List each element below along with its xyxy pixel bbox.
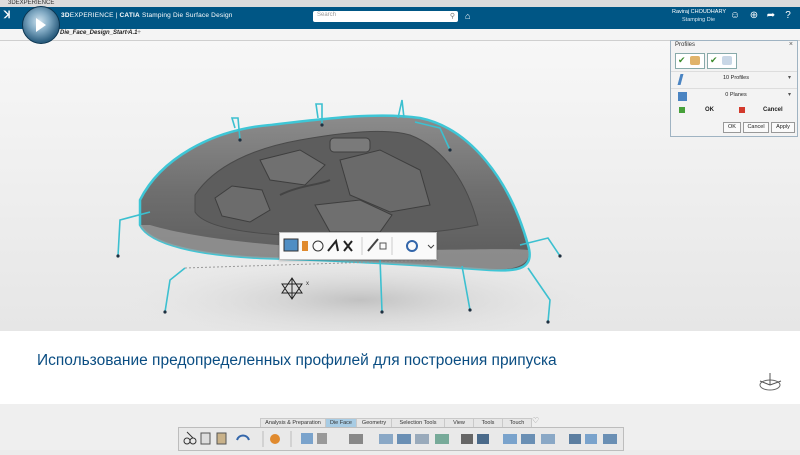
tool-icon-11 bbox=[521, 434, 535, 444]
panel-title: Profiles bbox=[675, 42, 696, 48]
line-icon bbox=[367, 238, 379, 252]
favorite-icon[interactable]: ♡ bbox=[532, 416, 539, 425]
user-avatar-icon[interactable]: ☺ bbox=[729, 10, 741, 22]
tool-icon-10 bbox=[503, 434, 517, 444]
profile-tool-icon bbox=[301, 433, 313, 444]
brand-catia: CATIA bbox=[119, 12, 140, 19]
cut-icon bbox=[183, 431, 197, 445]
action-bar-icons[interactable] bbox=[179, 428, 623, 450]
check-icon: ✔ bbox=[678, 55, 686, 65]
profile-mode-2-button[interactable]: ✔ bbox=[707, 53, 737, 69]
user-role[interactable]: Stamping Die bbox=[682, 17, 715, 23]
tag-icon[interactable]: ⌂ bbox=[465, 11, 470, 21]
profile-mode-1-button[interactable]: ✔ bbox=[675, 53, 705, 69]
tool-icon-5 bbox=[397, 434, 411, 444]
profiles-row[interactable]: 10 Profiles ▾ bbox=[671, 71, 797, 88]
tab-add-icon[interactable]: + bbox=[137, 29, 141, 36]
caption-text: Использование предопределенных профилей … bbox=[37, 352, 557, 369]
os-title-bar: 3DEXPERIENCE bbox=[0, 0, 800, 7]
profile-type-icon bbox=[283, 238, 299, 252]
tool-icon-13 bbox=[569, 434, 581, 444]
os-title: 3DEXPERIENCE bbox=[8, 0, 55, 6]
profiles-panel: Profiles × ✔ ✔ 10 Profiles ▾ 0 Planes ▾ … bbox=[670, 40, 798, 137]
extend-icon bbox=[327, 238, 339, 252]
tool-icon-3 bbox=[349, 434, 363, 444]
plane-profile-icon bbox=[722, 56, 732, 65]
action-bar bbox=[178, 427, 624, 451]
add-icon[interactable]: ⊕ bbox=[748, 10, 760, 22]
help-icon[interactable]: ? bbox=[782, 10, 794, 22]
app-name: Stamping Die Surface Design bbox=[141, 12, 233, 19]
target-icon bbox=[406, 240, 418, 252]
chevron-down-icon[interactable]: ▾ bbox=[788, 91, 791, 98]
ds-logo-icon: ꓘ bbox=[4, 10, 11, 21]
user-name[interactable]: Raviraj CHOUDHARY bbox=[672, 9, 726, 15]
panel-close-icon[interactable]: × bbox=[789, 41, 793, 48]
brand-prefix: 3D bbox=[61, 12, 70, 19]
tool-icon-12 bbox=[541, 434, 555, 444]
search-icon[interactable]: ⚲ bbox=[450, 12, 455, 20]
tool-icon-9 bbox=[477, 434, 489, 444]
profile-icon bbox=[690, 56, 700, 65]
search-input[interactable]: Search ⚲ bbox=[313, 11, 458, 22]
profiles-count: 10 Profiles bbox=[723, 75, 749, 81]
part-boss bbox=[329, 137, 371, 153]
cancel-button[interactable]: Cancel bbox=[743, 122, 769, 133]
tool-icon-7 bbox=[435, 434, 449, 444]
undo-icon bbox=[236, 434, 250, 441]
planes-row[interactable]: 0 Planes ▾ bbox=[671, 88, 797, 105]
compass-icon[interactable] bbox=[22, 6, 60, 44]
context-toolbar bbox=[279, 232, 437, 260]
tool-icon-14 bbox=[585, 434, 597, 444]
plane-icon bbox=[678, 92, 687, 101]
axis-x-label: x bbox=[306, 281, 309, 287]
copy-icon bbox=[200, 432, 211, 445]
tool-icon-2 bbox=[317, 433, 327, 444]
cross-icon bbox=[343, 240, 353, 252]
handle-icon bbox=[302, 241, 308, 251]
brand-experience: EXPERIENCE bbox=[69, 12, 114, 19]
cancel-label[interactable]: Cancel bbox=[763, 107, 783, 113]
check-icon: ✔ bbox=[710, 55, 718, 65]
apply-button[interactable]: Apply bbox=[771, 122, 795, 133]
planes-count: 0 Planes bbox=[725, 92, 747, 98]
tool-icon-6 bbox=[415, 434, 429, 444]
tool-icon-4 bbox=[379, 434, 393, 444]
checkbox-icon bbox=[379, 242, 387, 250]
share-icon[interactable]: ➦ bbox=[765, 10, 777, 22]
tab-close-icon[interactable]: × bbox=[126, 30, 130, 36]
search-placeholder: Search bbox=[317, 12, 337, 18]
ok-label[interactable]: OK bbox=[705, 107, 714, 113]
gear-icon bbox=[270, 434, 280, 444]
ok-icon[interactable] bbox=[679, 107, 685, 113]
ok-button[interactable]: OK bbox=[723, 122, 741, 133]
context-toolbar-icons[interactable] bbox=[280, 233, 436, 259]
view-compass-icon[interactable] bbox=[756, 371, 784, 393]
cancel-icon[interactable] bbox=[739, 107, 745, 113]
tool-icon-15 bbox=[603, 434, 617, 444]
chevron-down-icon[interactable]: ▾ bbox=[788, 74, 791, 81]
paste-icon bbox=[216, 432, 227, 445]
curve-icon bbox=[677, 74, 684, 85]
app-brand: 3DEXPERIENCE | CATIA Stamping Die Surfac… bbox=[61, 12, 233, 19]
ground-shadow bbox=[120, 255, 600, 331]
rotate-icon bbox=[312, 240, 324, 252]
tool-icon-8 bbox=[461, 434, 473, 444]
chevron-down-icon bbox=[427, 244, 435, 249]
